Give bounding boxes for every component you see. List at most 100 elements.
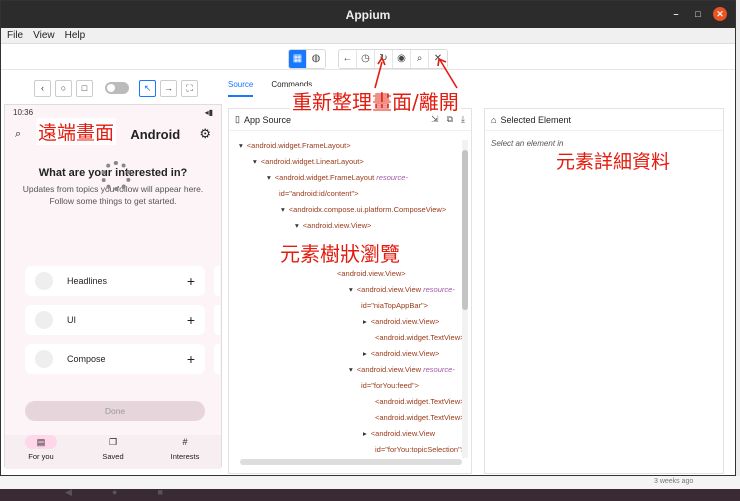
minimize-icon[interactable]: – [669,7,683,21]
tree-node[interactable]: ▾ <android.widget.LinearLayout> [253,157,364,166]
scrollbar-thumb[interactable] [462,150,468,310]
menu-file[interactable]: File [7,30,23,41]
expand-triangle-icon: ▾ [253,157,257,166]
topic-row[interactable]: UI + [25,305,205,335]
annotation-tree-browse: 元素樹狀瀏覽 [280,242,400,266]
topic-card-edge [214,266,220,296]
select-element-icon[interactable]: ↖ [139,79,156,97]
search-icon[interactable]: ⌕ [411,49,429,68]
refresh-icon[interactable]: ↻ [375,49,393,68]
tree-node[interactable]: ▾ <android.widget.FrameLayout resource- [267,173,408,182]
tree-node[interactable]: ▾ <android.view.View resource- [349,365,455,374]
for-you-icon: ▤ [25,435,57,449]
collapse-triangle-icon: ▸ [363,317,367,326]
back-icon[interactable]: ← [339,49,357,68]
tree-node[interactable]: ▸ <android.view.View> [363,349,439,358]
loading-spinner-icon [101,161,131,191]
device-recents-icon[interactable]: □ [76,79,93,97]
battery-icon: ◂▮ [204,107,213,117]
search-icon[interactable]: ⌕ [15,128,21,141]
native-mode-icon[interactable]: ▦ [289,49,307,68]
app-source-panel: ▯ App Source ⇲ ⧉ ⤓ ▾ <android.widget.Fram… [228,108,472,474]
expand-triangle-icon: ▾ [295,221,299,230]
settings-gear-icon[interactable]: ⚙ [199,126,211,142]
tree-node[interactable]: ▾ <androidx.compose.ui.platform.ComposeVi… [281,205,446,214]
topic-avatar [35,272,53,290]
document-icon: ▯ [235,114,240,124]
nav-saved[interactable]: ❐ Saved [83,435,143,469]
tree-node[interactable]: ▾ <android.view.View resource- [349,285,455,294]
tree-node[interactable]: ▸ <android.view.View [363,429,435,438]
menu-view[interactable]: View [33,30,55,41]
tree-node[interactable]: <android.widget.TextView> [375,413,465,422]
close-icon[interactable]: ✕ [713,7,727,21]
device-home-icon[interactable]: ○ [55,79,72,97]
add-icon[interactable]: + [187,351,195,367]
title-bar: Appium – □ ✕ [1,1,735,28]
topic-avatar [35,311,53,329]
system-home-icon[interactable]: ● [112,487,117,501]
done-button[interactable]: Done [25,401,205,421]
tree-node-cont: id="forYou:feed"> [361,381,420,390]
topic-name: Compose [67,354,106,364]
topic-avatar [35,350,53,368]
nav-for-you[interactable]: ▤ For you [11,435,71,469]
device-screen[interactable]: 10:36 ◂▮ ⌕ Android ⚙ What are your inter… [4,104,222,497]
toggle-switch[interactable] [105,82,129,94]
status-time: 10:36 [13,107,34,117]
add-icon[interactable]: + [187,312,195,328]
inspector-toolbar: ▦ ◍ ← ◷ ↻ ◉ ⌕ ✕ [1,44,735,70]
tab-source[interactable]: Source [228,80,254,97]
toggle-attributes-icon[interactable]: ⇲ [431,114,439,125]
status-bar: 10:36 ◂▮ [5,105,221,119]
device-tools: ‹ ○ □ ↖ → ⛶ [4,72,222,104]
source-horizontal-scrollbar[interactable] [240,459,462,465]
menu-help[interactable]: Help [65,30,86,41]
collapse-triangle-icon: ▸ [363,429,367,438]
expand-triangle-icon: ▾ [349,285,353,294]
tree-node[interactable]: ▾ <android.widget.FrameLayout> [239,141,351,150]
app-title: Android [130,126,181,142]
expand-triangle-icon: ▾ [349,365,353,374]
source-vertical-scrollbar[interactable] [462,140,468,458]
topic-name: Headlines [67,276,108,286]
topic-card-edge [214,305,220,335]
tree-node[interactable]: <android.widget.TextView> [375,397,465,406]
collapse-triangle-icon: ▸ [363,349,367,358]
tree-node-cont: id="android:id/content"> [279,189,359,198]
topic-name: UI [67,315,76,325]
nav-interests[interactable]: # Interests [155,435,215,469]
interests-icon: # [182,437,188,447]
saved-icon: ❐ [108,436,118,447]
tree-node-cont: id="niaTopAppBar"> [361,301,429,310]
annotation-element-detail: 元素詳細資料 [556,151,671,173]
system-recents-icon[interactable]: ■ [158,487,163,501]
topic-row[interactable]: Compose + [25,344,205,374]
maximize-icon[interactable]: □ [691,7,705,21]
selected-element-title: Selected Element [500,114,571,125]
tree-node[interactable]: <android.view.View> [337,269,406,278]
system-back-icon[interactable]: ◀ [65,487,72,501]
copy-xml-icon[interactable]: ⧉ [447,114,453,125]
tag-icon: ⌂ [491,114,497,125]
quit-session-icon[interactable]: ✕ [429,49,447,68]
device-back-icon[interactable]: ‹ [34,79,51,97]
add-icon[interactable]: + [187,273,195,289]
tree-node[interactable]: ▸ <android.view.View> [363,317,439,326]
session-info-icon[interactable]: ◷ [357,49,375,68]
bottom-navigation: ▤ For you ❐ Saved # Interests [5,435,221,469]
eye-icon[interactable]: ◉ [393,49,411,68]
source-tree: ▾ <android.widget.FrameLayout> ▾ <android.… [229,131,471,461]
expand-triangle-icon: ▾ [239,141,243,150]
tree-node-cont: id="forYou:topicSelection"> [375,445,466,454]
swipe-icon[interactable]: → [160,79,177,97]
download-icon[interactable]: ⤓ [461,114,465,125]
time-ago: 3 weeks ago [654,478,694,485]
web-mode-icon[interactable]: ◍ [307,49,325,68]
tree-node[interactable]: ▾ <android.view.View> [295,221,371,230]
tree-node[interactable]: <android.widget.TextView> [375,333,465,342]
tap-by-coordinates-icon[interactable]: ⛶ [181,79,198,97]
topic-row[interactable]: Headlines + [25,266,205,296]
annotation-remote-screen: 遠端畫面 [36,118,117,145]
window-title: Appium [345,7,391,22]
